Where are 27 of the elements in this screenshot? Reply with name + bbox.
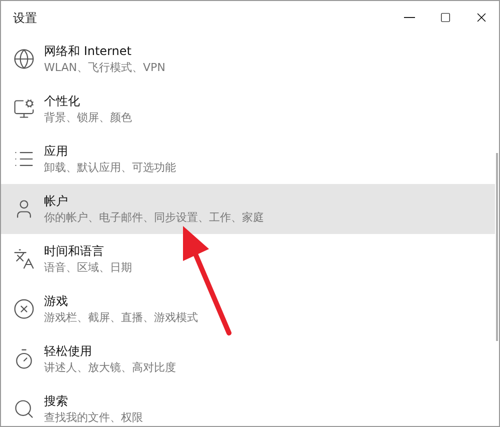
search-icon [13, 398, 35, 420]
monitor-icon [13, 98, 35, 120]
item-subtitle: 你的帐户、电子邮件、同步设置、工作、家庭 [44, 210, 264, 224]
language-icon [13, 248, 35, 270]
item-title: 帐户 [44, 194, 69, 209]
item-subtitle: 语音、区域、日期 [44, 260, 132, 274]
item-title: 搜索 [44, 394, 69, 409]
item-subtitle: 查找我的文件、权限 [44, 410, 143, 424]
minimize-icon [404, 17, 414, 18]
window-title: 设置 [13, 10, 37, 26]
item-subtitle: WLAN、飞行模式、VPN [44, 60, 166, 74]
item-title: 游戏 [44, 294, 69, 309]
timer-icon [13, 348, 35, 370]
item-title: 时间和语言 [44, 244, 105, 259]
maximize-icon [440, 12, 450, 23]
item-title: 应用 [44, 144, 69, 159]
settings-item[interactable]: 帐户 你的帐户、电子邮件、同步设置、工作、家庭 [1, 184, 495, 234]
item-subtitle: 讲述人、放大镜、高对比度 [44, 360, 176, 374]
item-subtitle: 背景、锁屏、颜色 [44, 110, 132, 124]
item-title: 轻松使用 [44, 344, 93, 359]
item-subtitle: 卸载、默认应用、可选功能 [44, 160, 176, 174]
item-title: 网络和 Internet [44, 44, 132, 59]
scrollbar[interactable] [496, 153, 498, 341]
item-subtitle: 游戏栏、截屏、直播、游戏模式 [44, 310, 198, 324]
item-title: 个性化 [44, 94, 81, 109]
circle-icon [13, 298, 35, 320]
globe-icon [13, 48, 35, 70]
